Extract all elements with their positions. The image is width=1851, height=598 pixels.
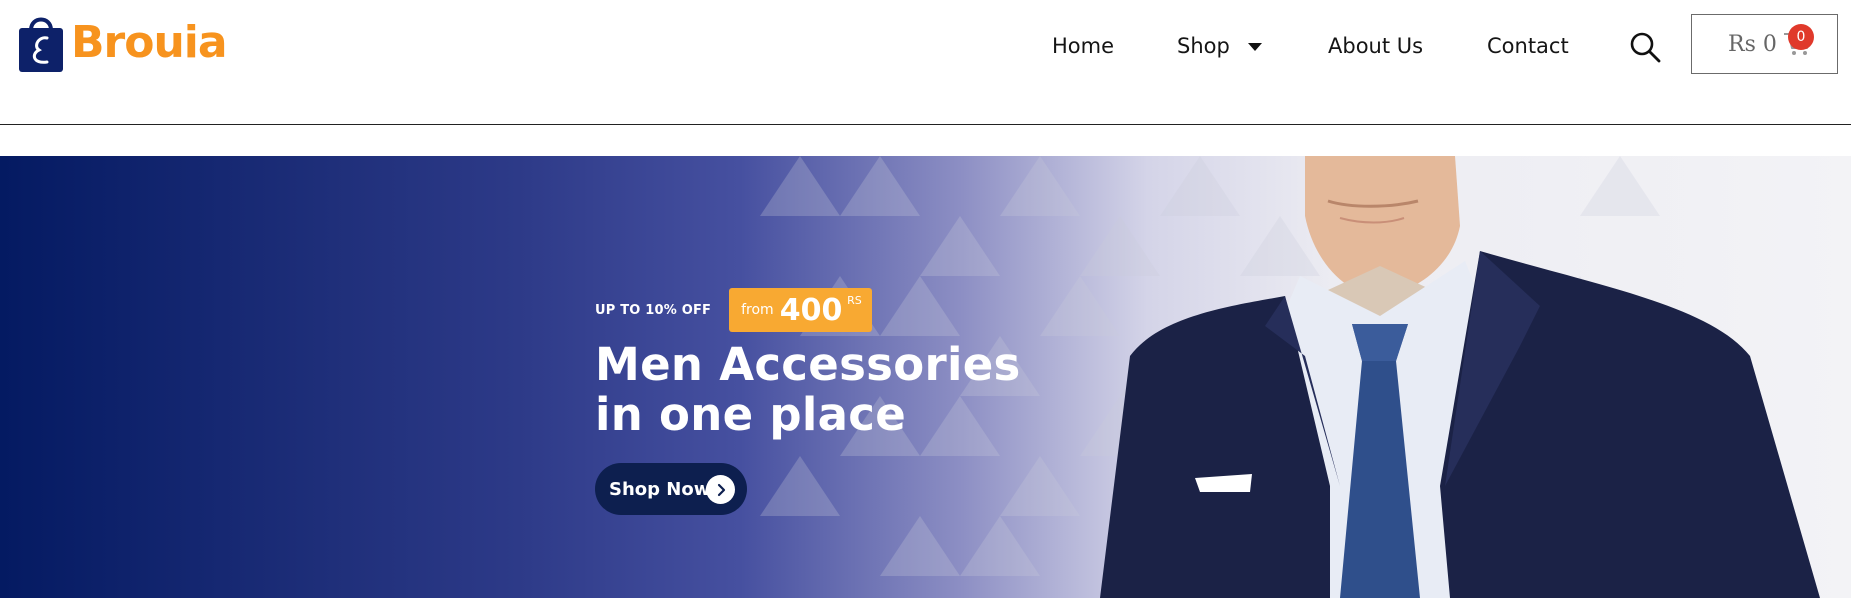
price-from-label: from xyxy=(741,302,774,318)
cart-button[interactable]: Rs 0 0 xyxy=(1691,14,1838,74)
cart-count-badge: 0 xyxy=(1788,24,1814,50)
cart-total: Rs 0 xyxy=(1728,31,1777,57)
nav-shop-label: Shop xyxy=(1177,34,1230,58)
nav-about-us[interactable]: About Us xyxy=(1328,30,1423,62)
model-in-suit-image xyxy=(1100,156,1820,598)
site-header: Brouia Home Shop About Us Contact Rs 0 0 xyxy=(0,0,1851,124)
chevron-down-icon[interactable] xyxy=(1247,43,1262,51)
brand-logo[interactable]: Brouia xyxy=(17,12,228,74)
price-currency: RS xyxy=(847,294,862,307)
price-value: 400 xyxy=(779,292,843,328)
header-divider xyxy=(0,124,1851,125)
shop-now-button[interactable]: Shop Now xyxy=(595,463,747,515)
hero-title: Men Accessories in one place xyxy=(595,340,1021,440)
hero-banner: UP TO 10% OFF from 400 RS Men Accessorie… xyxy=(0,156,1851,598)
shop-now-label: Shop Now xyxy=(609,478,711,500)
hero-title-line-1: Men Accessories xyxy=(595,338,1021,391)
price-badge: from 400 RS xyxy=(729,288,873,332)
chevron-right-icon xyxy=(706,475,735,504)
nav-contact[interactable]: Contact xyxy=(1487,30,1569,62)
search-icon[interactable] xyxy=(1628,30,1662,64)
discount-text: UP TO 10% OFF xyxy=(595,302,712,318)
nav-shop[interactable]: Shop xyxy=(1177,30,1262,62)
shopping-bag-icon xyxy=(19,17,63,72)
nav-home[interactable]: Home xyxy=(1052,30,1114,62)
brand-name: Brouia xyxy=(71,17,228,68)
hero-title-line-2: in one place xyxy=(595,388,907,441)
promo-row: UP TO 10% OFF from 400 RS xyxy=(595,288,873,332)
